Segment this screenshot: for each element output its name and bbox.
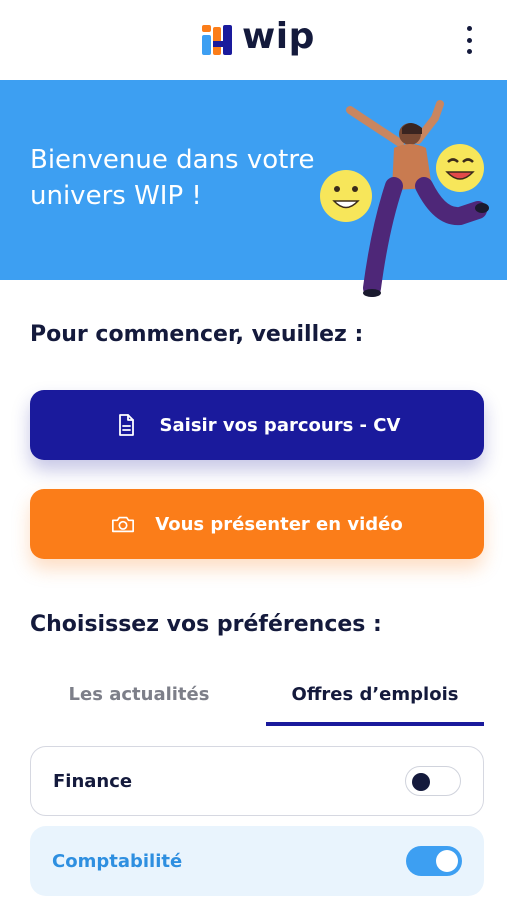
accounting-toggle[interactable] [406, 846, 462, 876]
preference-item-finance[interactable]: Finance [30, 746, 484, 816]
smiley-emoji-right-icon [436, 144, 484, 192]
preference-label-finance: Finance [53, 770, 133, 792]
present-video-label: Vous présenter en vidéo [155, 513, 403, 535]
start-section-title: Pour commencer, veuillez : [30, 322, 364, 347]
app-header: wip [0, 0, 507, 80]
smiley-emoji-left-icon [320, 170, 372, 222]
enter-cv-label: Saisir vos parcours - CV [159, 414, 401, 436]
tab-news[interactable]: Les actualités [30, 676, 248, 726]
present-video-button[interactable]: Vous présenter en vidéo [30, 489, 484, 559]
kebab-menu-icon[interactable] [459, 26, 479, 54]
document-icon [114, 413, 138, 437]
preferences-section-title: Choisissez vos préférences : [30, 612, 382, 637]
preference-label-accounting: Comptabilité [52, 850, 183, 872]
tab-job-offers[interactable]: Offres d’emplois [266, 676, 484, 726]
camera-icon [111, 512, 135, 536]
toggle-knob [436, 850, 458, 872]
wip-logo: wip [200, 16, 315, 64]
banner-title: Bienvenue dans votre univers WIP ! [30, 145, 315, 211]
enter-cv-button[interactable]: Saisir vos parcours - CV [30, 390, 484, 460]
preference-item-accounting[interactable]: Comptabilité [30, 826, 484, 896]
finance-toggle[interactable] [405, 766, 461, 796]
logo-text: wip [242, 16, 315, 57]
preferences-tabs: Les actualités Offres d’emplois [30, 676, 484, 726]
wip-logo-icon [202, 25, 232, 55]
celebration-illustration [320, 100, 489, 297]
toggle-knob [412, 773, 430, 791]
